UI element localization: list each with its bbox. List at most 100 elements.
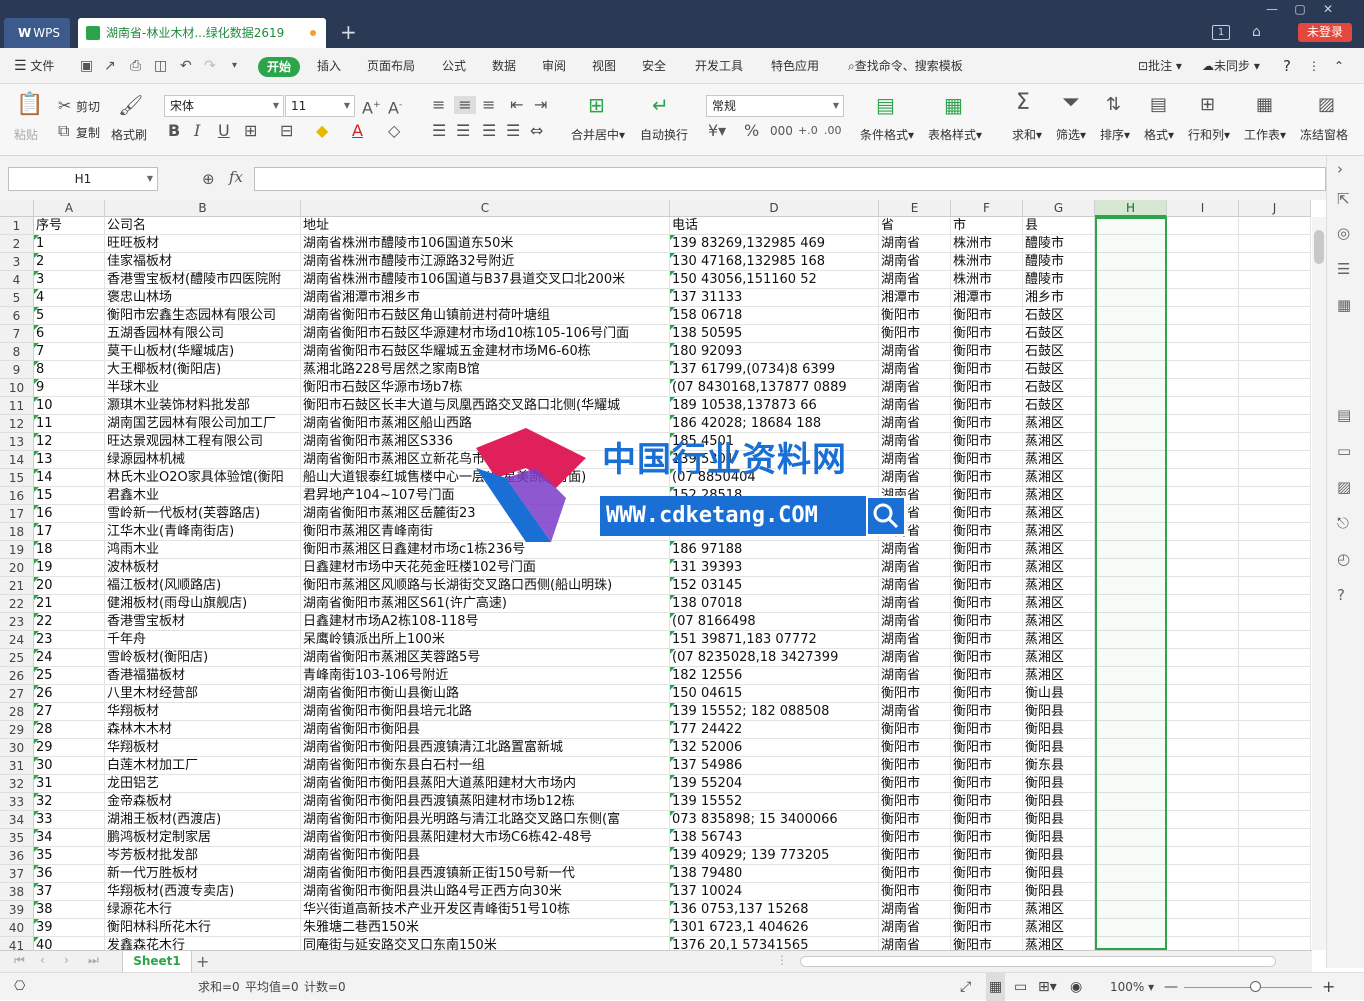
table-cell[interactable] [1239,289,1311,307]
table-cell[interactable] [1239,793,1311,811]
table-cell[interactable]: 衡阳市 [951,739,1023,757]
worksheet-button[interactable]: 工作表▾ [1244,126,1286,143]
table-cell[interactable]: 衡阳市 [951,667,1023,685]
zoom-in-icon[interactable]: + [1322,973,1335,1001]
table-cell[interactable] [1239,685,1311,703]
table-cell[interactable]: 10 [34,397,105,415]
table-cell[interactable]: 蒸湘区 [1023,937,1095,950]
row-header[interactable]: 17 [0,505,34,523]
table-cell[interactable]: 五湖香园林有限公司 [105,325,301,343]
table-cell[interactable]: 138 79480 [670,865,879,883]
table-cell[interactable]: 江华木业(青峰南街店) [105,523,301,541]
table-cell[interactable] [1239,883,1311,901]
paste-icon[interactable]: 📋 [16,94,43,116]
row-header[interactable]: 19 [0,541,34,559]
table-cell[interactable]: 139 15552; 182 088508 [670,703,879,721]
align-right-icon[interactable]: ☰ [482,122,496,140]
table-cell[interactable]: 130 47168,132985 168 [670,253,879,271]
table-cell[interactable]: 白莲木材加工厂 [105,757,301,775]
zoom-out-icon[interactable]: — [1164,973,1178,1001]
table-cell[interactable]: 2 [34,253,105,271]
table-cell[interactable]: 朱雅塘二巷西150米 [301,919,670,937]
table-cell[interactable]: 湖南国艺园林有限公司加工厂 [105,415,301,433]
table-cell[interactable]: 衡阳市 [951,775,1023,793]
table-cell[interactable]: 衡阳市 [951,415,1023,433]
table-cell[interactable]: 衡阳县 [1023,721,1095,739]
table-cell[interactable]: 湖南省衡阳市衡阳县培元北路 [301,703,670,721]
table-cell[interactable]: 衡阳市 [951,919,1023,937]
table-cell[interactable]: 华兴街道高新技术产业开发区青峰街51号10栋 [301,901,670,919]
table-cell[interactable]: 8 [34,361,105,379]
table-cell[interactable]: 蒸湘区 [1023,613,1095,631]
merge-border-icon[interactable]: ⊟ [280,122,293,140]
table-cell[interactable]: 131 39393 [670,559,879,577]
table-style-button[interactable]: 表格样式▾ [928,126,982,143]
table-cell[interactable]: 福江板材(风顺路店) [105,577,301,595]
table-cell[interactable]: 石鼓区 [1023,325,1095,343]
table-cell[interactable]: 158 06718 [670,307,879,325]
eye-protection-icon[interactable]: ◉ [1070,973,1082,1001]
archive-icon[interactable]: ▭ [1337,442,1351,460]
table-cell[interactable]: 湖南省衡阳市衡阳县蒸阳大道蒸阳建材大市场内 [301,775,670,793]
column-header-f[interactable]: F [951,200,1023,217]
table-cell[interactable]: 182 12556 [670,667,879,685]
table-cell[interactable]: 衡阳市 [951,505,1023,523]
table-cell[interactable]: 22 [34,613,105,631]
table-cell[interactable]: 湖南省株洲市醴陵市江源路32号附近 [301,253,670,271]
collapse-toolbar-icon[interactable]: › [1337,160,1343,178]
table-cell[interactable]: 衡阳市 [879,721,951,739]
table-cell[interactable]: 湖南省衡阳市衡阳县洪山路4号正西方向30米 [301,883,670,901]
table-cell[interactable]: 湖南省株洲市醴陵市106国道与B37县道交叉口北200米 [301,271,670,289]
table-cell[interactable]: 株洲市 [951,253,1023,271]
table-cell[interactable]: 湖南省衡阳市蒸湘区芙蓉路5号 [301,649,670,667]
row-header[interactable]: 7 [0,325,34,343]
row-header[interactable]: 12 [0,415,34,433]
table-cell[interactable]: 衡阳市 [879,811,951,829]
table-cell[interactable]: 呆鹰岭镇派出所上100米 [301,631,670,649]
table-cell[interactable]: 衡阳市 [951,901,1023,919]
table-cell[interactable]: 衡阳林科所花木行 [105,919,301,937]
table-cell[interactable]: 12 [34,433,105,451]
row-header[interactable]: 1 [0,217,34,235]
table-cell[interactable] [1167,901,1239,919]
table-cell[interactable]: 株洲市 [951,235,1023,253]
decimal-decrease-icon[interactable]: .00 [824,122,842,140]
table-cell[interactable] [1239,937,1311,950]
table-cell[interactable] [1239,505,1311,523]
table-cell[interactable]: 138 56743 [670,829,879,847]
row-header[interactable]: 22 [0,595,34,613]
sheet-tab-sheet1[interactable]: Sheet1 [122,951,192,972]
table-cell[interactable]: 衡阳市 [951,307,1023,325]
table-cell[interactable]: 湖南省衡阳市衡阳县蒸阳建材大市场C6栋42-48号 [301,829,670,847]
table-cell[interactable]: 衡阳市 [951,541,1023,559]
row-header[interactable]: 15 [0,469,34,487]
table-cell[interactable]: (07 8166498 [670,613,879,631]
row-header[interactable]: 26 [0,667,34,685]
table-cell[interactable] [1167,631,1239,649]
row-header[interactable]: 14 [0,451,34,469]
table-cell[interactable]: 湖南省 [879,379,951,397]
row-header[interactable]: 36 [0,847,34,865]
indent-increase-icon[interactable]: ⇥ [534,96,547,114]
table-cell[interactable] [1239,343,1311,361]
table-cell[interactable]: 21 [34,595,105,613]
row-header[interactable]: 39 [0,901,34,919]
row-header[interactable]: 23 [0,613,34,631]
table-cell[interactable]: 千年舟 [105,631,301,649]
table-cell[interactable]: 蒸湘区 [1023,667,1095,685]
tab-start[interactable]: 开始 [258,57,300,77]
table-cell[interactable]: 29 [34,739,105,757]
table-cell[interactable]: 湖南省 [879,577,951,595]
save-icon[interactable]: ▣ [80,58,93,74]
table-cell[interactable]: 蒸湘区 [1023,433,1095,451]
table-cell[interactable]: 湖南省衡阳市石鼓区华源建材市场d10栋105-106号门面 [301,325,670,343]
format-button[interactable]: 格式▾ [1144,126,1174,143]
table-cell[interactable]: 青峰南街103-106号附近 [301,667,670,685]
table-cell[interactable] [1239,325,1311,343]
table-cell[interactable]: (07 8235028,18 3427399 [670,649,879,667]
tab-security[interactable]: 安全 [642,48,666,84]
table-cell[interactable] [1239,811,1311,829]
table-cell[interactable]: 湖南省衡阳市衡东县白石村一组 [301,757,670,775]
table-cell[interactable]: 19 [34,559,105,577]
font-shrink-icon[interactable]: A- [388,96,402,117]
